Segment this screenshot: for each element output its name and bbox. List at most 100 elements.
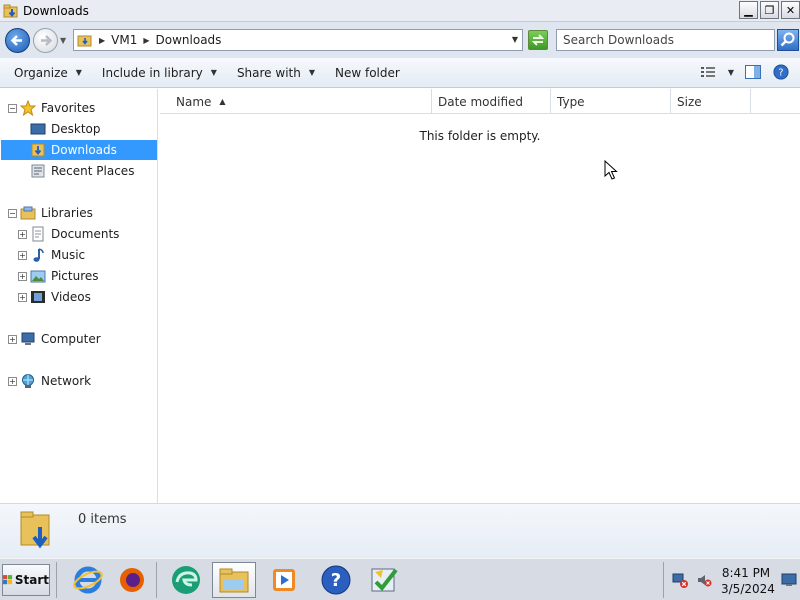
nav-network[interactable]: Network — [20, 371, 91, 391]
nav-pictures[interactable]: Pictures — [30, 266, 99, 286]
taskbar-media-player[interactable] — [262, 562, 306, 598]
column-name-label: Name — [176, 94, 212, 109]
organize-menu[interactable]: Organize ▼ — [14, 66, 82, 80]
breadcrumb-vm1[interactable]: VM1 — [111, 33, 137, 47]
nav-recent-places[interactable]: Recent Places — [30, 161, 134, 181]
magnifier-icon — [780, 32, 795, 47]
file-list-area[interactable]: Name ▲ Date modified Type Size This fold… — [160, 89, 800, 503]
breadcrumb-arrow-icon[interactable]: ▶ — [99, 36, 105, 45]
nav-computer[interactable]: Computer — [20, 329, 101, 349]
internet-explorer-icon — [73, 566, 103, 594]
forward-button[interactable] — [33, 28, 58, 53]
expand-computer-icon[interactable]: + — [8, 335, 17, 344]
expand-music-icon[interactable]: + — [18, 251, 27, 260]
title-bar: Downloads ▁ ❐ ✕ — [0, 0, 800, 22]
firefox-icon — [120, 568, 144, 592]
nav-favorites-label: Favorites — [41, 101, 96, 115]
taskbar-file-explorer[interactable] — [212, 562, 256, 598]
search-button[interactable] — [777, 29, 799, 51]
desktop-icon — [30, 123, 46, 135]
column-date-modified-label: Date modified — [438, 94, 524, 109]
nav-music-label: Music — [51, 248, 86, 262]
new-folder-button[interactable]: New folder — [335, 66, 400, 80]
command-bar: Organize ▼ Include in library ▼ Share wi… — [0, 58, 800, 88]
nav-documents[interactable]: Documents — [30, 224, 119, 244]
address-dropdown-icon[interactable]: ▼ — [512, 35, 518, 44]
share-with-label: Share with — [236, 65, 301, 80]
nav-music[interactable]: Music — [30, 245, 85, 265]
taskbar-help-and-support[interactable]: ? — [314, 562, 358, 598]
show-desktop-icon[interactable] — [781, 573, 797, 587]
refresh-button[interactable] — [528, 30, 548, 50]
back-button[interactable] — [5, 28, 30, 53]
collapse-libraries-icon[interactable]: − — [8, 209, 17, 218]
share-with-menu[interactable]: Share with ▼ — [237, 66, 315, 80]
taskbar-edge[interactable] — [164, 562, 208, 598]
nav-network-label: Network — [41, 374, 92, 388]
include-in-library-label: Include in library — [101, 65, 203, 80]
include-in-library-menu[interactable]: Include in library ▼ — [102, 66, 217, 80]
column-size-label: Size — [677, 94, 702, 109]
address-field[interactable]: ▶ VM1 ▶ Downloads ▼ — [73, 29, 523, 51]
change-view-icon[interactable] — [700, 64, 718, 80]
network-icon — [22, 374, 34, 388]
column-type[interactable]: Type — [551, 89, 671, 114]
breadcrumb-downloads[interactable]: Downloads — [156, 33, 222, 47]
column-header-row: Name ▲ Date modified Type Size — [160, 89, 800, 114]
empty-folder-message: This folder is empty. — [419, 129, 541, 143]
svg-text:?: ? — [331, 570, 341, 591]
film-strip-icon — [31, 291, 45, 303]
address-bar: ▼ ▶ VM1 ▶ Downloads ▼ Search Downloads — [0, 22, 800, 58]
breadcrumb-arrow-icon[interactable]: ▶ — [143, 36, 149, 45]
expand-documents-icon[interactable]: + — [18, 230, 27, 239]
nav-downloads[interactable]: Downloads — [1, 140, 157, 160]
expand-network-icon[interactable]: + — [8, 377, 17, 386]
network-disconnected-icon[interactable] — [672, 572, 688, 588]
nav-pictures-label: Pictures — [51, 269, 99, 283]
libraries-icon — [20, 206, 36, 220]
start-button[interactable]: Start — [2, 564, 50, 596]
nav-computer-label: Computer — [41, 332, 101, 346]
svg-text:?: ? — [778, 68, 783, 79]
taskbar-firefox[interactable] — [110, 562, 154, 598]
media-player-icon — [273, 569, 295, 591]
windows-logo-icon — [3, 575, 13, 585]
downloads-folder-icon — [3, 4, 18, 17]
column-size[interactable]: Size — [671, 89, 751, 114]
nav-libraries[interactable]: Libraries — [20, 203, 93, 223]
expand-pictures-icon[interactable]: + — [18, 272, 27, 281]
forward-arrow-icon — [41, 35, 53, 46]
close-button[interactable]: ✕ — [781, 1, 800, 19]
preview-pane-icon[interactable] — [744, 64, 762, 80]
downloads-folder-large-icon — [20, 511, 50, 549]
chevron-down-icon: ▼ — [210, 68, 217, 77]
nav-desktop[interactable]: Desktop — [30, 119, 101, 139]
nav-favorites[interactable]: Favorites — [20, 98, 95, 118]
taskbar-task-scheduler[interactable] — [362, 562, 406, 598]
taskbar-internet-explorer[interactable] — [66, 562, 110, 598]
minimize-button[interactable]: ▁ — [739, 1, 758, 19]
nav-libraries-label: Libraries — [41, 206, 93, 220]
taskbar: Start ? 8:41 PM 3/5/2024 — [0, 558, 800, 600]
help-icon[interactable]: ? — [772, 64, 790, 80]
view-options-dropdown-icon[interactable]: ▼ — [728, 68, 734, 77]
nav-recent-places-label: Recent Places — [51, 164, 135, 178]
volume-muted-icon[interactable] — [696, 572, 712, 588]
new-folder-label: New folder — [335, 65, 400, 80]
expand-videos-icon[interactable]: + — [18, 293, 27, 302]
column-date-modified[interactable]: Date modified — [432, 89, 551, 114]
downloads-folder-icon — [31, 143, 45, 157]
help-and-support-icon: ? — [321, 565, 351, 595]
nav-videos[interactable]: Videos — [30, 287, 91, 307]
music-note-icon — [33, 248, 44, 262]
column-name[interactable]: Name ▲ — [160, 89, 432, 114]
file-explorer-icon — [219, 568, 249, 593]
collapse-favorites-icon[interactable]: − — [8, 104, 17, 113]
search-input[interactable]: Search Downloads — [556, 29, 775, 51]
folder-icon — [77, 35, 92, 47]
pictures-icon — [30, 270, 46, 283]
system-clock[interactable]: 8:41 PM 3/5/2024 — [721, 565, 775, 597]
maximize-button[interactable]: ❐ — [760, 1, 779, 19]
refresh-icon — [531, 34, 545, 46]
recent-pages-dropdown-icon[interactable]: ▼ — [60, 36, 66, 45]
